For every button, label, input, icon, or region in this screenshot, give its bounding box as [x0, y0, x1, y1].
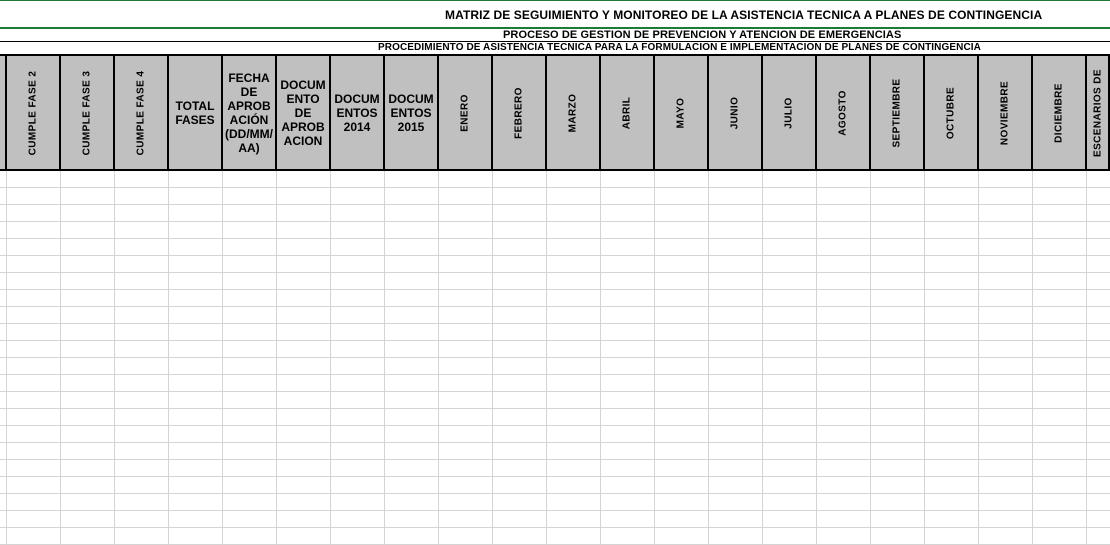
header-noviembre: NOVIEMBRE: [979, 56, 1033, 169]
header-cumple-fase-4: CUMPLE FASE 4: [115, 56, 169, 169]
header-septiembre: SEPTIEMBRE: [871, 56, 925, 169]
header-label: AGOSTO: [837, 89, 849, 136]
header-label: CUMPLE FASE 3: [81, 70, 93, 155]
header-cumple-fase-3: CUMPLE FASE 3: [61, 56, 115, 169]
header-label: SEPTIEMBRE: [891, 77, 903, 148]
header-abril: ABRIL: [601, 56, 655, 169]
cell-grid[interactable]: [0, 171, 1110, 545]
header-febrero: FEBRERO: [493, 56, 547, 169]
spreadsheet: MATRIZ DE SEGUIMIENTO Y MONITOREO DE LA …: [0, 0, 1110, 545]
header-escenarios-de: ESCENARIOS DE: [1087, 56, 1110, 169]
header-label: CUMPLE FASE 2: [27, 70, 39, 155]
header-marzo: MARZO: [547, 56, 601, 169]
header-julio: JULIO: [763, 56, 817, 169]
header-cell-partial: [0, 56, 7, 169]
header-docum-ento-de-aprob-acion: DOCUM ENTO DE APROB ACION: [277, 56, 331, 169]
header-label: ABRIL: [621, 96, 633, 129]
header-docum-entos-2015: DOCUM ENTOS 2015: [385, 56, 439, 169]
header-diciembre: DICIEMBRE: [1033, 56, 1087, 169]
matrix-title: MATRIZ DE SEGUIMIENTO Y MONITOREO DE LA …: [445, 8, 1043, 22]
header-cumple-fase-2: CUMPLE FASE 2: [7, 56, 61, 169]
header-label: MAYO: [675, 97, 687, 128]
header-label: MARZO: [567, 93, 579, 132]
procedure-title: PROCEDIMIENTO DE ASISTENCIA TECNICA PARA…: [378, 42, 981, 53]
process-title: PROCESO DE GESTION DE PREVENCION Y ATENC…: [503, 29, 902, 41]
header-label: JUNIO: [729, 96, 741, 129]
header-mayo: MAYO: [655, 56, 709, 169]
header-label: CUMPLE FASE 4: [135, 70, 147, 155]
header-label: ESCENARIOS DE: [1092, 68, 1103, 157]
header-octubre: OCTUBRE: [925, 56, 979, 169]
header-label: ENERO: [459, 93, 471, 132]
header-agosto: AGOSTO: [817, 56, 871, 169]
header-docum-entos-2014: DOCUM ENTOS 2014: [331, 56, 385, 169]
header-junio: JUNIO: [709, 56, 763, 169]
header-label: FECHA DE APROB ACIÓN (DD/MM/ AA): [225, 70, 273, 155]
header-label: DOCUM ENTOS 2014: [334, 91, 380, 134]
header-enero: ENERO: [439, 56, 493, 169]
header-label: DOCUM ENTO DE APROB ACION: [280, 77, 326, 148]
header-label: TOTAL FASES: [175, 98, 215, 127]
header-label: DICIEMBRE: [1053, 82, 1065, 143]
header-label: JULIO: [783, 96, 795, 129]
header-fecha-de-aprob-acion-dd-mm-aa: FECHA DE APROB ACIÓN (DD/MM/ AA): [223, 56, 277, 169]
header-label: OCTUBRE: [945, 86, 957, 139]
header-total-fases: TOTAL FASES: [169, 56, 223, 169]
header-label: DOCUM ENTOS 2015: [388, 91, 434, 134]
top-rule: [0, 0, 1110, 1]
header-label: FEBRERO: [513, 86, 525, 139]
header-label: NOVIEMBRE: [999, 80, 1011, 145]
